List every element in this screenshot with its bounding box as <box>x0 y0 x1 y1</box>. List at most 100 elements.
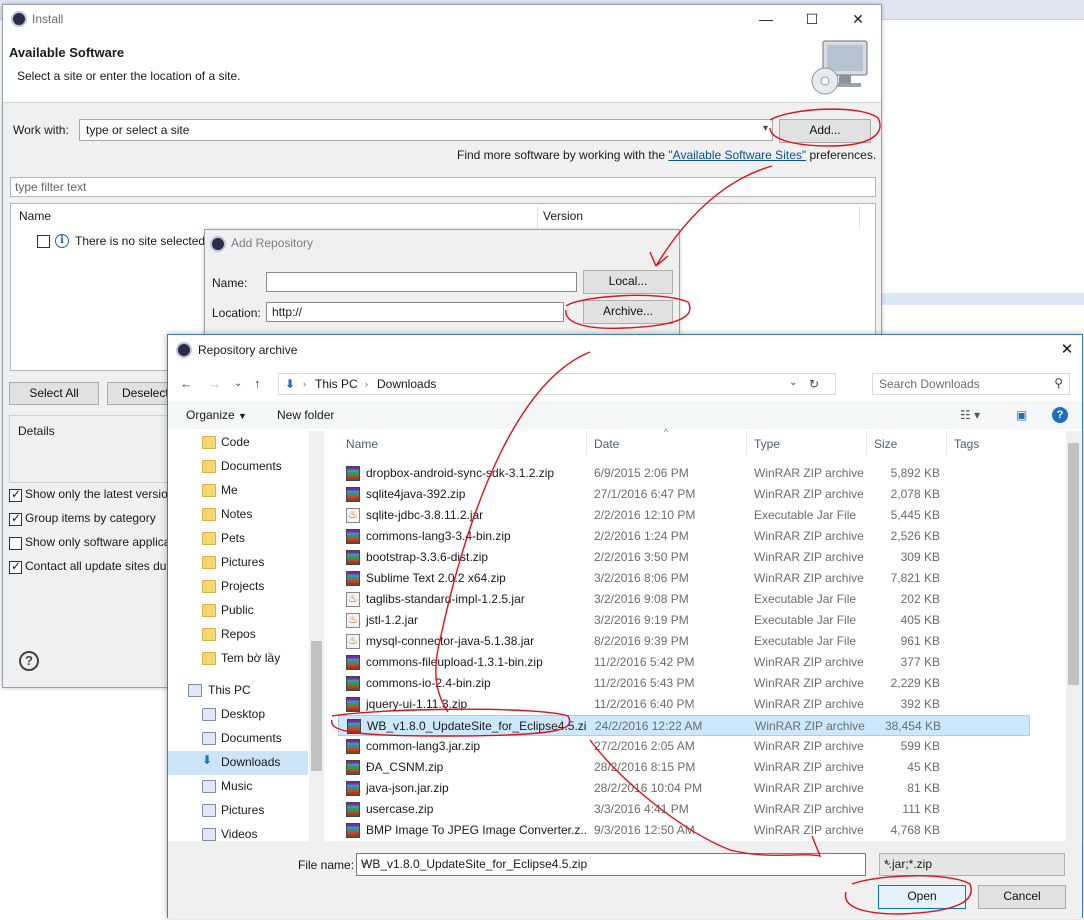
nav-item-label: Pictures <box>221 555 265 569</box>
applicable-only-checkbox[interactable] <box>9 537 22 550</box>
file-row[interactable]: common-lang3.jar.zip 27/2/2016 2:05 AM Win… <box>338 736 1030 757</box>
select-all-button[interactable]: Select All <box>9 382 99 405</box>
file-row[interactable]: commons-fileupload-1.3.1-bin.zip 11/2/201… <box>338 652 1030 673</box>
nav-item[interactable]: Pictures <box>168 799 308 823</box>
column-name[interactable]: Name <box>19 209 51 223</box>
file-row[interactable]: jquery-ui-1.11.3.zip 11/2/2016 6:40 PM Win… <box>338 694 1030 715</box>
nav-pane-scrollbar[interactable] <box>309 431 324 841</box>
organize-menu[interactable]: Organize ▼ <box>186 408 247 422</box>
file-name: dropbox-android-sync-sdk-3.1.2.zip <box>366 466 555 480</box>
nav-item[interactable]: Music <box>168 775 308 799</box>
file-list-scrollbar[interactable] <box>1066 431 1081 841</box>
preview-pane-icon[interactable]: ▣ <box>1016 408 1027 422</box>
nav-item[interactable]: Notes <box>168 503 308 527</box>
site-checkbox[interactable] <box>37 235 50 248</box>
file-list[interactable]: dropbox-android-sync-sdk-3.1.2.zip 6/9/20… <box>338 463 1068 841</box>
refresh-icon[interactable]: ↻ <box>809 377 819 391</box>
nav-item[interactable]: Videos <box>168 823 308 841</box>
add-button[interactable]: Add... <box>779 119 871 143</box>
file-row[interactable]: jstl-1.2.jar 3/2/2016 9:19 PM Executable J… <box>338 610 1030 631</box>
address-dropdown-chevron-icon[interactable]: ⌄ <box>789 377 797 388</box>
forward-arrow-icon[interactable]: → <box>208 376 221 391</box>
contact-update-sites-checkbox[interactable] <box>9 559 22 574</box>
help-icon[interactable]: ? <box>19 651 39 671</box>
breadcrumb-this-pc[interactable]: This PC <box>315 377 358 391</box>
column-version[interactable]: Version <box>543 209 583 223</box>
file-row[interactable]: ĐA_CSNM.zip 28/2/2016 8:15 PM WinRAR ZIP a… <box>338 757 1030 778</box>
work-with-combo[interactable]: type or select a site ▾ <box>79 119 773 141</box>
nav-item[interactable]: Documents <box>168 455 308 479</box>
file-row[interactable]: sqlite-jdbc-3.8.11.2.jar 2/2/2016 12:10 P… <box>338 505 1030 526</box>
file-name: sqlite4java-392.zip <box>366 487 466 501</box>
view-options-icon[interactable]: ☷ ▾ <box>960 408 980 422</box>
available-software-sites-link[interactable]: "Available Software Sites" <box>668 148 806 162</box>
nav-item[interactable]: Projects <box>168 575 308 599</box>
file-row[interactable]: Sublime Text 2.0.2 x64.zip 3/2/2016 8:06 … <box>338 568 1030 589</box>
file-row[interactable]: dropbox-android-sync-sdk-3.1.2.zip 6/9/20… <box>338 463 1030 484</box>
navigation-bar: ← → ⌄ ↑ ⬇ › This PC › Downloads ⌄ ↻ Sear… <box>168 368 1082 398</box>
file-row[interactable]: java-json.jar.zip 28/2/2016 10:04 PM WinRA… <box>338 778 1030 799</box>
nav-item[interactable]: Pictures <box>168 551 308 575</box>
latest-version-checkbox[interactable] <box>9 487 22 502</box>
file-row[interactable]: commons-io-2.4-bin.zip 11/2/2016 5:43 PM W… <box>338 673 1030 694</box>
nav-item[interactable]: ⬇ Downloads <box>168 751 308 775</box>
maximize-icon[interactable]: ☐ <box>789 5 835 33</box>
file-size: 392 KB <box>900 697 940 711</box>
nav-scroll-thumb[interactable] <box>311 641 322 771</box>
nav-item[interactable]: Desktop <box>168 703 308 727</box>
open-button[interactable]: Open <box>878 885 966 909</box>
name-field[interactable] <box>266 272 577 292</box>
column-size[interactable]: Size <box>874 437 897 451</box>
file-row[interactable]: taglibs-standard-impl-1.2.5.jar 3/2/2016 … <box>338 589 1030 610</box>
file-list-scroll-thumb[interactable] <box>1068 443 1079 685</box>
column-type[interactable]: Type <box>754 437 780 451</box>
chevron-down-icon[interactable]: ⌄ <box>884 857 1058 868</box>
file-row[interactable]: commons-lang3-3.4-bin.zip 2/2/2016 1:24 P… <box>338 526 1030 547</box>
file-row[interactable]: usercase.zip 3/3/2016 4:41 PM WinRAR ZIP a… <box>338 799 1030 820</box>
local-button[interactable]: Local... <box>583 270 673 294</box>
nav-item[interactable]: Public <box>168 599 308 623</box>
archive-button[interactable]: Archive... <box>583 300 673 324</box>
work-with-value: type or select a site <box>86 123 190 137</box>
up-arrow-icon[interactable]: ↑ <box>254 376 261 391</box>
window-title: Install <box>32 12 64 26</box>
recent-locations-chevron-icon[interactable]: ⌄ <box>234 378 242 389</box>
location-field[interactable]: http:// <box>266 302 564 322</box>
nav-item[interactable]: Me <box>168 479 308 503</box>
group-by-category-checkbox[interactable] <box>9 511 22 526</box>
file-type-select[interactable]: *.jar;*.zip ⌄ <box>879 853 1065 876</box>
column-tags[interactable]: Tags <box>954 437 979 451</box>
filter-input[interactable]: type filter text <box>10 177 876 197</box>
nav-item[interactable]: This PC <box>168 679 308 703</box>
file-type: WinRAR ZIP archive <box>754 466 864 480</box>
column-date[interactable]: Date <box>594 437 619 451</box>
file-row[interactable]: BMP Image To JPEG Image Converter.z... 9/… <box>338 820 1030 841</box>
file-row[interactable]: sqlite4java-392.zip 27/1/2016 6:47 PM WinR… <box>338 484 1030 505</box>
search-input[interactable]: Search Downloads ⚲ <box>872 373 1070 395</box>
nav-item[interactable]: Pets <box>168 527 308 551</box>
new-folder-button[interactable]: New folder <box>277 408 334 422</box>
column-divider <box>586 431 587 455</box>
breadcrumb-downloads[interactable]: Downloads <box>377 377 436 391</box>
minimize-icon[interactable]: — <box>743 5 789 33</box>
cancel-button[interactable]: Cancel <box>978 885 1066 909</box>
close-icon[interactable]: ✕ <box>835 5 881 33</box>
file-row[interactable]: WB_v1.8.0_UpdateSite_for_Eclipse4.5.zip 2… <box>338 715 1030 736</box>
nav-item[interactable]: Tem bờ lầy <box>168 647 308 671</box>
chevron-down-icon[interactable]: ▾ <box>763 123 768 134</box>
file-name-input[interactable]: WB_v1.8.0_UpdateSite_for_Eclipse4.5.zip … <box>356 853 866 876</box>
help-icon[interactable]: ? <box>1052 407 1068 423</box>
chevron-down-icon[interactable]: ⌄ <box>361 857 861 868</box>
file-row[interactable]: mysql-connector-java-5.1.38.jar 8/2/2016 … <box>338 631 1030 652</box>
navigation-pane[interactable]: Code Documents Me Notes Pets Pictures Projects… <box>168 431 324 841</box>
address-bar[interactable]: ⬇ › This PC › Downloads ⌄ ↻ <box>278 373 836 395</box>
nav-item[interactable]: Documents <box>168 727 308 751</box>
file-type: Executable Jar File <box>754 508 857 522</box>
nav-item[interactable]: Repos <box>168 623 308 647</box>
nav-item[interactable]: Code <box>168 431 308 455</box>
file-size: 38,454 KB <box>884 719 941 733</box>
back-arrow-icon[interactable]: ← <box>180 376 193 391</box>
close-icon[interactable]: ✕ <box>1052 335 1082 365</box>
file-row[interactable]: bootstrap-3.3.6-dist.zip 2/2/2016 3:50 PM… <box>338 547 1030 568</box>
column-name[interactable]: Name <box>346 437 378 451</box>
